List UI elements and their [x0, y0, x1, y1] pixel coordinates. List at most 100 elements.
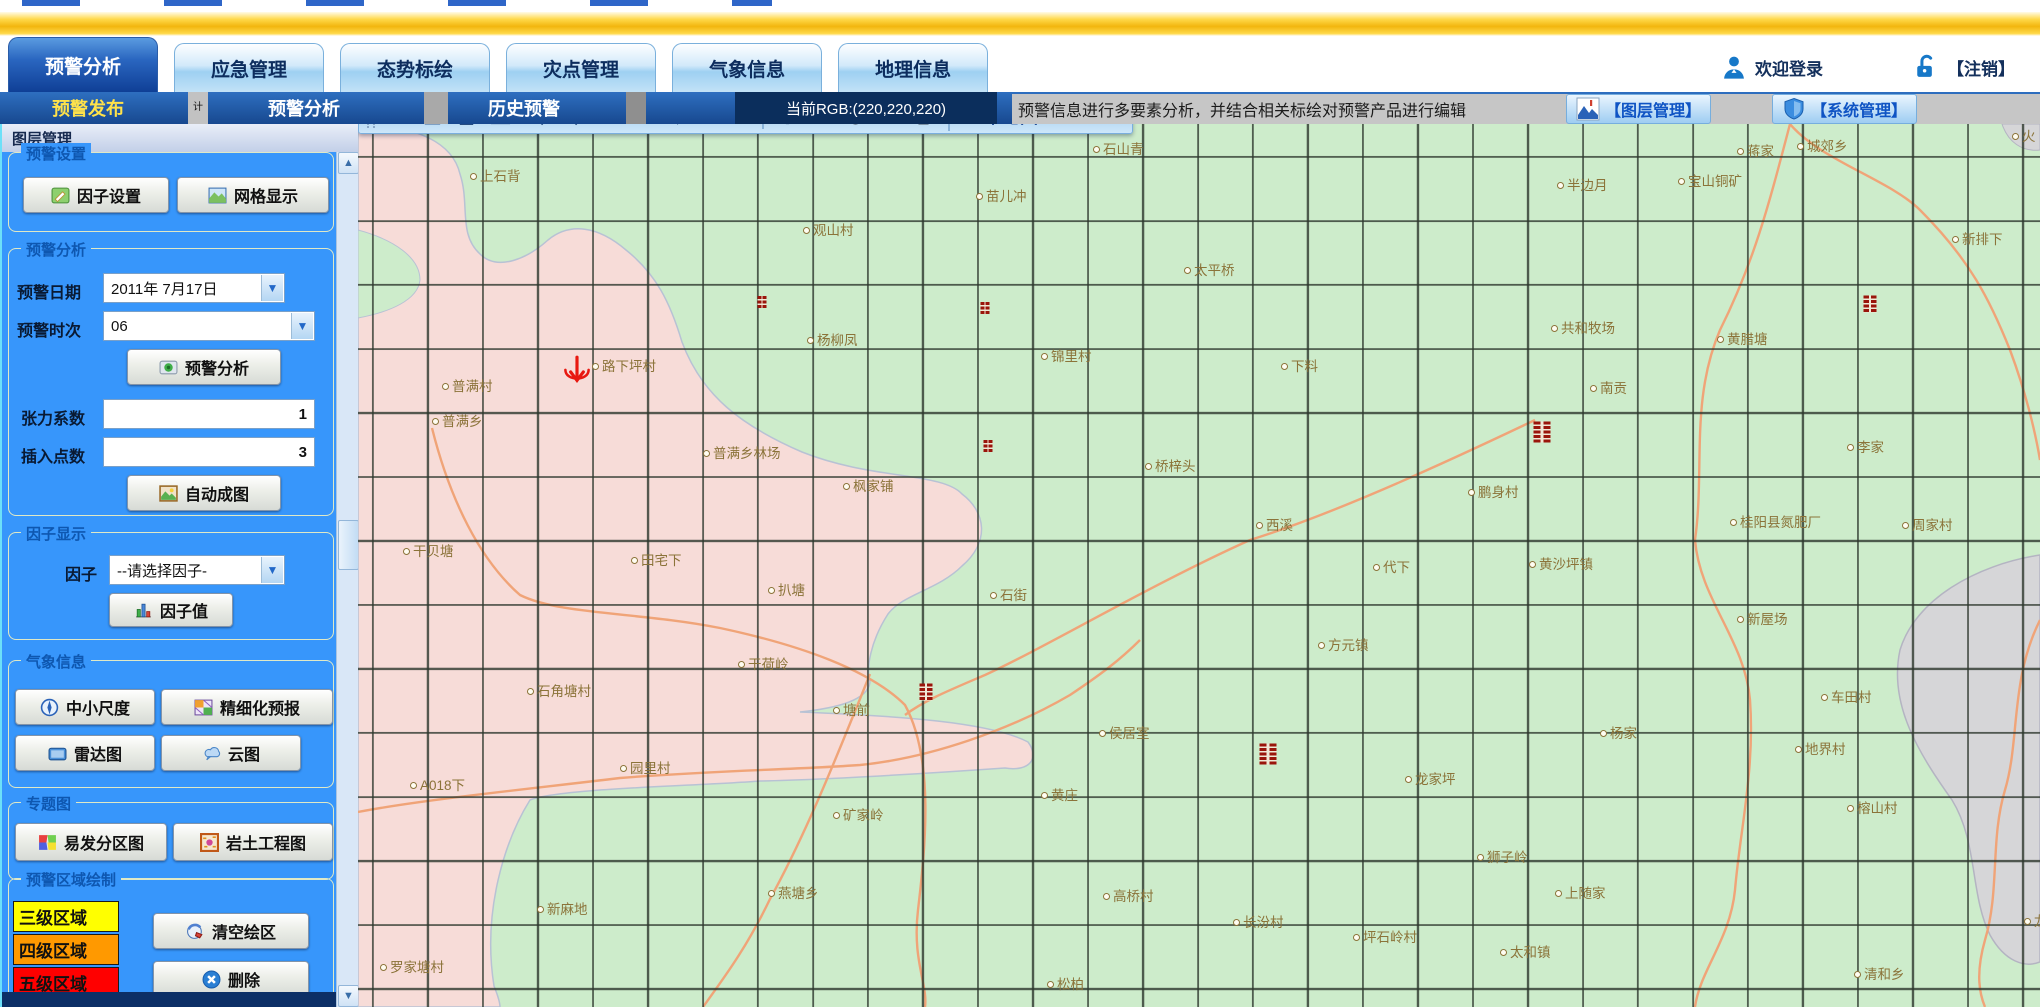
tension-input[interactable]: 1 — [103, 399, 315, 429]
welcome-login[interactable]: 欢迎登录 — [1720, 50, 1823, 84]
zoom-in-icon[interactable] — [519, 124, 550, 130]
button-label: 岩土工程图 — [226, 830, 306, 854]
tab-应急管理[interactable]: 应急管理 — [174, 43, 324, 92]
zoom-extent-icon[interactable] — [655, 124, 686, 130]
tool-tray — [383, 124, 939, 130]
radar-icon — [48, 744, 67, 763]
pause-icon[interactable] — [689, 124, 720, 130]
shield-icon — [1782, 97, 1806, 121]
measure-polygon-icon[interactable] — [451, 124, 482, 130]
sidebar-scrollbar[interactable]: ▲ ▼ — [336, 152, 359, 1007]
app-window: 预警分析应急管理态势标绘灾点管理气象信息地理信息 欢迎登录 【注销】 计 当前R… — [0, 0, 2040, 1007]
warning-settings-group: 预警设置 因子设置 网格显示 — [8, 152, 334, 232]
chevron-down-icon[interactable]: ▼ — [291, 313, 313, 339]
tension-value: 1 — [299, 406, 307, 423]
susceptibility-zoning-button[interactable]: 易发分区图 — [15, 823, 167, 861]
chevron-down-icon[interactable]: ▼ — [261, 275, 283, 301]
meso-scale-button[interactable]: 中小尺度 — [15, 689, 155, 725]
measure-area-icon[interactable] — [417, 124, 448, 130]
tab-态势标绘[interactable]: 态势标绘 — [340, 43, 490, 92]
page-preview-icon[interactable] — [874, 124, 905, 130]
auto-plot-icon — [159, 484, 178, 503]
top-edge-dashes — [22, 0, 772, 6]
print-icon[interactable] — [908, 124, 939, 130]
button-label: 清空绘区 — [212, 919, 276, 943]
insert-points-input[interactable]: 3 — [103, 437, 315, 467]
group-legend: 预警区域绘制 — [21, 869, 121, 890]
system-manage-label: 【系统管理】 — [1811, 97, 1907, 121]
zoom-out-icon[interactable] — [553, 124, 584, 130]
system-manage-button[interactable]: 【系统管理】 — [1772, 94, 1917, 124]
welcome-label: 欢迎登录 — [1755, 55, 1823, 80]
divider-block — [626, 92, 646, 124]
radar-chart-button[interactable]: 雷达图 — [15, 735, 155, 771]
group-legend: 预警分析 — [21, 239, 91, 260]
factor-value-button[interactable]: 因子值 — [109, 593, 233, 627]
disaster-point-marker — [1260, 744, 1277, 765]
export-icon[interactable] — [806, 124, 837, 130]
factor-settings-button[interactable]: 因子设置 — [23, 177, 169, 213]
points-value: 3 — [299, 444, 307, 461]
gold-banner — [0, 12, 2040, 38]
clear-drawing-button[interactable]: 清空绘区 — [153, 913, 309, 949]
scrollbar-thumb[interactable] — [338, 520, 359, 570]
grid-tool-icon[interactable] — [485, 124, 516, 130]
subtab-历史预警[interactable]: 历史预警 — [488, 92, 560, 124]
group-legend: 因子显示 — [21, 523, 91, 544]
level3-zone-swatch[interactable]: 三级区域 — [13, 901, 119, 932]
info-icon[interactable] — [772, 124, 803, 130]
warning-date-select[interactable]: 2011年 7月17日 ▼ — [103, 273, 285, 303]
compass-icon — [40, 698, 59, 717]
map3d-button[interactable]: 三维地图 — [948, 124, 1054, 131]
tab-灾点管理[interactable]: 灾点管理 — [506, 43, 656, 92]
weather-info-group: 气象信息 中小尺度 精细化预报 雷达图 云图 — [8, 660, 334, 788]
layer-manage-label: 【图层管理】 — [1605, 97, 1701, 121]
time-label: 预警时次 — [17, 317, 81, 341]
subtab-预警分析[interactable]: 预警分析 — [268, 92, 340, 124]
warning-time-select[interactable]: 06 ▼ — [103, 311, 315, 341]
pan-icon[interactable] — [621, 124, 652, 130]
level4-zone-swatch[interactable]: 四级区域 — [13, 934, 119, 965]
globe-icon[interactable] — [587, 124, 618, 130]
bar-chart-icon — [134, 601, 153, 620]
layer-manage-button[interactable]: 【图层管理】 — [1566, 94, 1711, 124]
run-analysis-button[interactable]: 预警分析 — [127, 349, 281, 385]
analysis-icon — [159, 358, 178, 377]
button-label: 自动成图 — [185, 481, 249, 505]
logout-label: 【注销】 — [1947, 55, 2015, 80]
group-legend: 气象信息 — [21, 651, 91, 672]
grid-display-button[interactable]: 网格显示 — [177, 177, 329, 213]
group-legend: 专题图 — [21, 793, 76, 814]
level-label: 三级区域 — [19, 904, 87, 929]
user-icon — [1720, 53, 1748, 81]
cloud-icon — [202, 744, 221, 763]
map-canvas[interactable]: 上石背石山青蒋家城郊乡半边月宝山铜矿苗儿冲观山村新排下太平桥共和牧场黄腊塘杨柳凤… — [358, 124, 2040, 1007]
button-label: 网格显示 — [234, 183, 298, 207]
scroll-down-button[interactable]: ▼ — [338, 985, 359, 1007]
scroll-up-button[interactable]: ▲ — [338, 152, 359, 174]
geotech-map-icon — [200, 833, 219, 852]
chevron-down-icon[interactable]: ▼ — [261, 557, 283, 583]
fine-forecast-button[interactable]: 精细化预报 — [161, 689, 333, 725]
tab-地理信息[interactable]: 地理信息 — [838, 43, 988, 92]
tab-气象信息[interactable]: 气象信息 — [672, 43, 822, 92]
map-toolbar: 三维地图 — [358, 124, 1133, 134]
tension-label: 张力系数 — [21, 405, 85, 429]
delete-icon — [202, 970, 221, 989]
button-label: 云图 — [228, 741, 260, 765]
swap-icon[interactable] — [723, 124, 754, 130]
geotech-map-button[interactable]: 岩土工程图 — [173, 823, 333, 861]
factor-settings-icon — [51, 186, 70, 205]
subtab-预警发布[interactable]: 预警发布 — [52, 92, 124, 124]
logout-control[interactable]: 【注销】 — [1912, 50, 2015, 84]
auto-plot-button[interactable]: 自动成图 — [127, 475, 281, 511]
factor-select[interactable]: --请选择因子- ▼ — [109, 555, 285, 585]
cloud-chart-button[interactable]: 云图 — [161, 735, 301, 771]
tab-预警分析[interactable]: 预警分析 — [8, 37, 158, 92]
measure-distance-icon[interactable] — [383, 124, 414, 130]
clock-icon[interactable] — [840, 124, 871, 130]
toolbar-drag-handle[interactable] — [367, 124, 375, 128]
factor-value: --请选择因子- — [117, 560, 207, 581]
layer-map-icon — [1576, 97, 1600, 121]
red-anchor-marker — [562, 354, 592, 392]
